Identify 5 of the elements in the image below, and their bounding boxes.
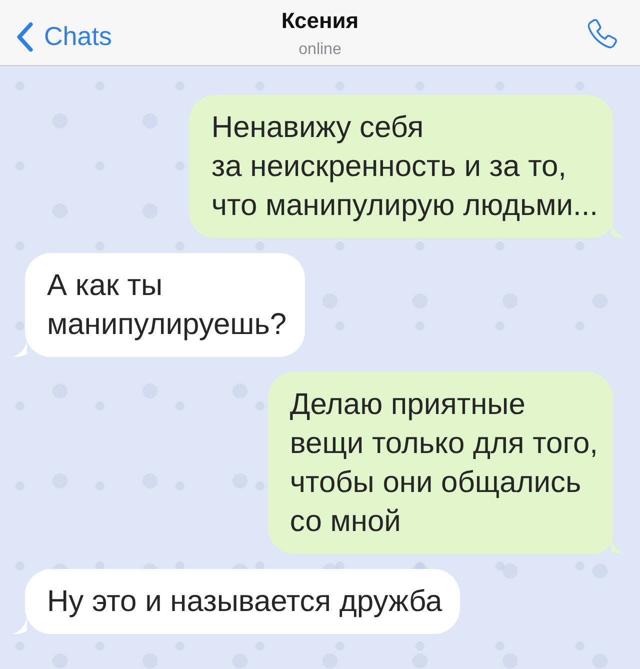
phone-icon[interactable] <box>586 18 618 50</box>
back-button[interactable]: Chats <box>16 21 112 52</box>
chat-title: Ксения <box>281 7 359 35</box>
status-text: online <box>298 40 342 60</box>
chevron-icon <box>16 22 34 52</box>
